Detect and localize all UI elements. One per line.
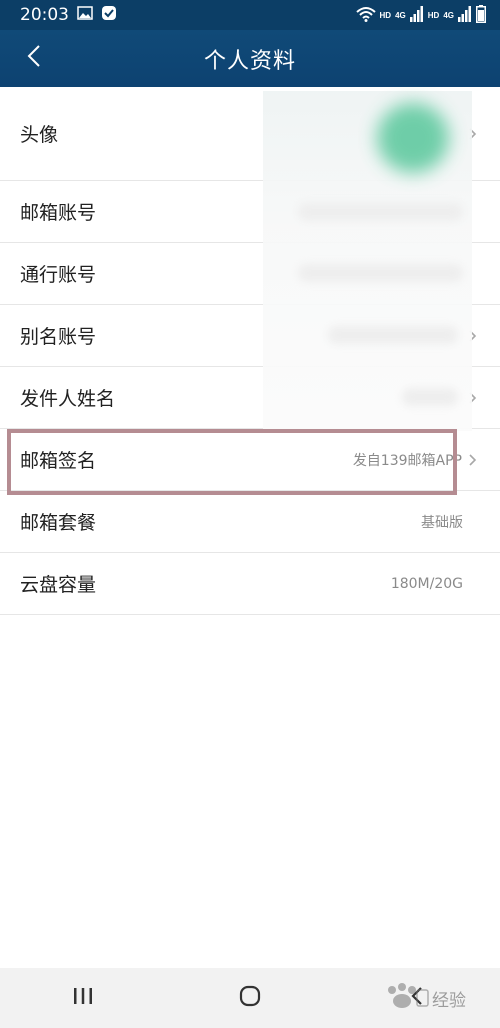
status-left: 20:03 bbox=[20, 5, 117, 26]
watermark: 经验 bbox=[383, 982, 488, 1014]
avatar[interactable] bbox=[377, 103, 449, 173]
redacted-bar bbox=[298, 203, 463, 221]
watermark-text: 经验 bbox=[432, 990, 466, 1011]
row-email-plan: 邮箱套餐 基础版 bbox=[0, 491, 500, 553]
status-bar: 20:03 HD 4G HD 4G bbox=[0, 0, 500, 30]
home-button[interactable] bbox=[220, 968, 280, 1028]
network-label: 4G bbox=[395, 10, 406, 20]
row-value: 发自139邮箱APP bbox=[352, 452, 462, 469]
row-value: 基础版 bbox=[421, 514, 463, 531]
signal-icon bbox=[409, 6, 424, 24]
row-label: 发件人姓名 bbox=[20, 388, 116, 410]
hd-label: HD bbox=[379, 10, 392, 20]
back-button[interactable] bbox=[14, 38, 54, 78]
row-label: 邮箱套餐 bbox=[20, 512, 97, 534]
row-label: 通行账号 bbox=[20, 264, 97, 286]
row-value: 180M/20G bbox=[390, 575, 463, 592]
battery-icon bbox=[476, 5, 486, 25]
notification-icon bbox=[101, 5, 117, 26]
image-icon bbox=[77, 5, 93, 25]
paw-logo-icon bbox=[383, 982, 429, 1015]
page-title: 个人资料 bbox=[203, 48, 296, 74]
row-label: 邮箱账号 bbox=[20, 202, 97, 224]
row-label: 头像 bbox=[20, 124, 59, 146]
chevron-right-icon bbox=[466, 452, 478, 468]
hd-label: HD bbox=[427, 10, 440, 20]
network-label: 4G bbox=[443, 10, 454, 20]
wifi-icon bbox=[355, 6, 376, 24]
signal-icon bbox=[458, 6, 472, 24]
redacted-bar bbox=[298, 264, 463, 282]
row-email-signature[interactable]: 邮箱签名 发自139邮箱APP bbox=[0, 429, 500, 491]
status-right: HD 4G HD 4G bbox=[355, 5, 486, 25]
status-time: 20:03 bbox=[20, 5, 69, 25]
nav-bar: 个人资料 bbox=[0, 30, 500, 87]
row-label: 邮箱签名 bbox=[20, 450, 97, 472]
row-label: 别名账号 bbox=[20, 326, 97, 348]
recent-apps-icon bbox=[72, 987, 94, 1010]
chevron-left-icon bbox=[27, 44, 41, 73]
home-icon bbox=[239, 985, 261, 1012]
redacted-bar bbox=[402, 388, 458, 406]
row-cloud-capacity: 云盘容量 180M/20G bbox=[0, 553, 500, 615]
row-label: 云盘容量 bbox=[20, 574, 97, 596]
recent-apps-button[interactable] bbox=[53, 968, 113, 1028]
redacted-bar bbox=[328, 326, 458, 344]
